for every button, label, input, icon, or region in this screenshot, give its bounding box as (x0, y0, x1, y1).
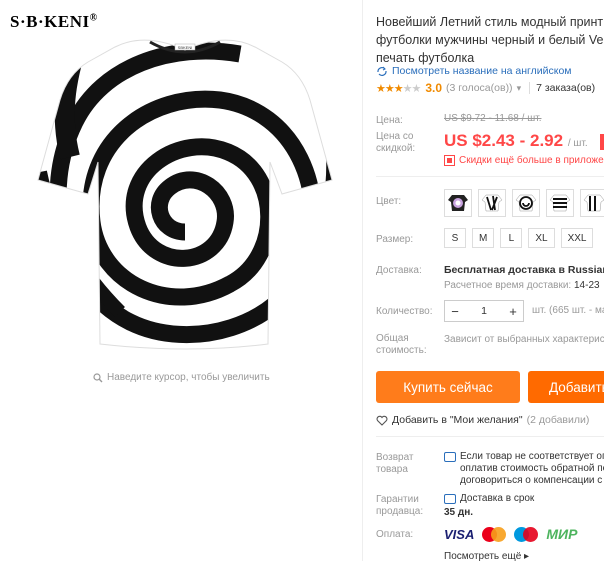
quantity-note: шт. (665 шт. - ма (532, 305, 604, 316)
mastercard-logo (482, 526, 507, 542)
product-title: Новейший Летний стиль модный принт футбо… (376, 15, 604, 65)
section-divider (376, 176, 604, 177)
quantity-label: Количество: (376, 306, 433, 317)
quantity-increase-button[interactable]: + (503, 304, 523, 319)
app-discount-link[interactable]: Скидки ещё больше в приложении (444, 155, 604, 166)
wishlist-count: (2 добавили) (526, 414, 590, 426)
discount-badge (600, 134, 604, 150)
size-option-m[interactable]: M (472, 228, 495, 248)
product-image[interactable]: SBKENI (20, 22, 350, 367)
app-discount-text: Скидки ещё больше в приложении (459, 155, 604, 166)
return-policy-text: Если товар не соответствует оп оплатив с… (460, 451, 604, 486)
payment-label: Оплата: (376, 529, 414, 540)
color-swatch-2[interactable] (478, 189, 506, 217)
zoom-hint-text: Наведите курсор, чтобы увеличить (107, 372, 270, 383)
zoom-hint: Наведите курсор, чтобы увеличить (93, 372, 270, 383)
old-price: US $9.72 - 11.68 / шт. (444, 113, 542, 124)
shipping-time: Расчетное время доставки: 14-23 (444, 280, 600, 291)
color-swatches (444, 189, 604, 217)
return-label: Возврат товара (376, 452, 414, 475)
rating-separator (529, 82, 531, 94)
color-swatch-1[interactable] (444, 189, 472, 217)
clock-icon (444, 494, 456, 504)
size-option-s[interactable]: S (444, 228, 466, 248)
product-info: Новейший Летний стиль модный принт футбо… (376, 0, 604, 561)
color-swatch-4[interactable] (546, 189, 574, 217)
color-swatch-5[interactable] (580, 189, 604, 217)
total-label: Общая стоимость: (376, 333, 427, 356)
collar-tag: SBKENI (178, 45, 193, 50)
shipping-time-value: 14-23 (574, 280, 600, 291)
shipping-label: Доставка: (376, 265, 422, 276)
product-gallery: S·B·KENI® SBKENI Наведите курсор, чтобы … (0, 0, 362, 561)
total-note: Зависит от выбранных характеристик (444, 334, 604, 345)
maestro-logo (514, 526, 539, 542)
delivery-days: 35 дн. (444, 507, 474, 518)
on-time-delivery-text: Доставка в срок (460, 493, 535, 504)
rating-value: 3.0 (425, 81, 443, 95)
size-label: Размер: (376, 234, 414, 245)
price-label: Цена: (376, 115, 403, 126)
translate-link-text: Посмотреть название на английском (392, 65, 572, 77)
color-swatch-3[interactable] (512, 189, 540, 217)
buy-now-button[interactable]: Купить сейчас (376, 371, 520, 403)
add-to-cart-button[interactable]: Добавить (528, 371, 604, 403)
shipping-method[interactable]: Бесплатная доставка в Russian Fe (444, 264, 604, 276)
translate-title-link[interactable]: Посмотреть название на английском (376, 65, 572, 77)
payment-methods: VISA МИР (444, 526, 577, 542)
color-label: Цвет: (376, 196, 402, 207)
translate-icon (377, 66, 387, 76)
rating-row: ★★★★★ 3.0 (3 голоса(ов)) ▾ 7 заказа(ов) (376, 81, 595, 95)
wishlist-link[interactable]: Добавить в "Мои желания" (2 добавили) (376, 414, 589, 426)
order-count: 7 заказа(ов) (536, 82, 596, 94)
chevron-down-icon[interactable]: ▾ (517, 83, 522, 94)
mir-logo: МИР (546, 526, 578, 542)
sale-price-unit: / шт. (567, 138, 588, 149)
section-divider (376, 436, 604, 437)
wishlist-text: Добавить в "Мои желания" (392, 414, 523, 426)
sale-price-value: US $2.43 - 2.92 (444, 131, 564, 150)
size-option-l[interactable]: L (500, 228, 523, 248)
seller-guarantee-label: Гарантии продавца: (376, 494, 424, 517)
heart-icon (376, 415, 388, 426)
quantity-input[interactable]: 1 (481, 305, 487, 317)
return-policy-icon (444, 452, 456, 462)
quantity-decrease-button[interactable]: − (445, 304, 465, 319)
visa-logo: VISA (444, 526, 475, 542)
quantity-stepper: − 1 + (444, 300, 524, 322)
size-option-xxl[interactable]: XXL (560, 228, 594, 248)
sale-price: US $2.43 - 2.92 / шт. (444, 131, 588, 151)
shipping-time-label: Расчетное время доставки: (444, 280, 572, 291)
sale-price-label: Цена со скидкой: (376, 131, 416, 154)
more-payments-link[interactable]: Посмотреть ещё ▸ (444, 551, 529, 561)
rating-stars[interactable]: ★★★★★ (376, 82, 421, 95)
magnifier-icon (93, 372, 103, 382)
qr-code-icon (444, 155, 455, 166)
rating-votes[interactable]: (3 голоса(ов)) (446, 82, 513, 94)
size-options: S M L XL XXL (444, 228, 594, 248)
size-option-xl[interactable]: XL (528, 228, 555, 248)
column-divider (362, 0, 363, 561)
